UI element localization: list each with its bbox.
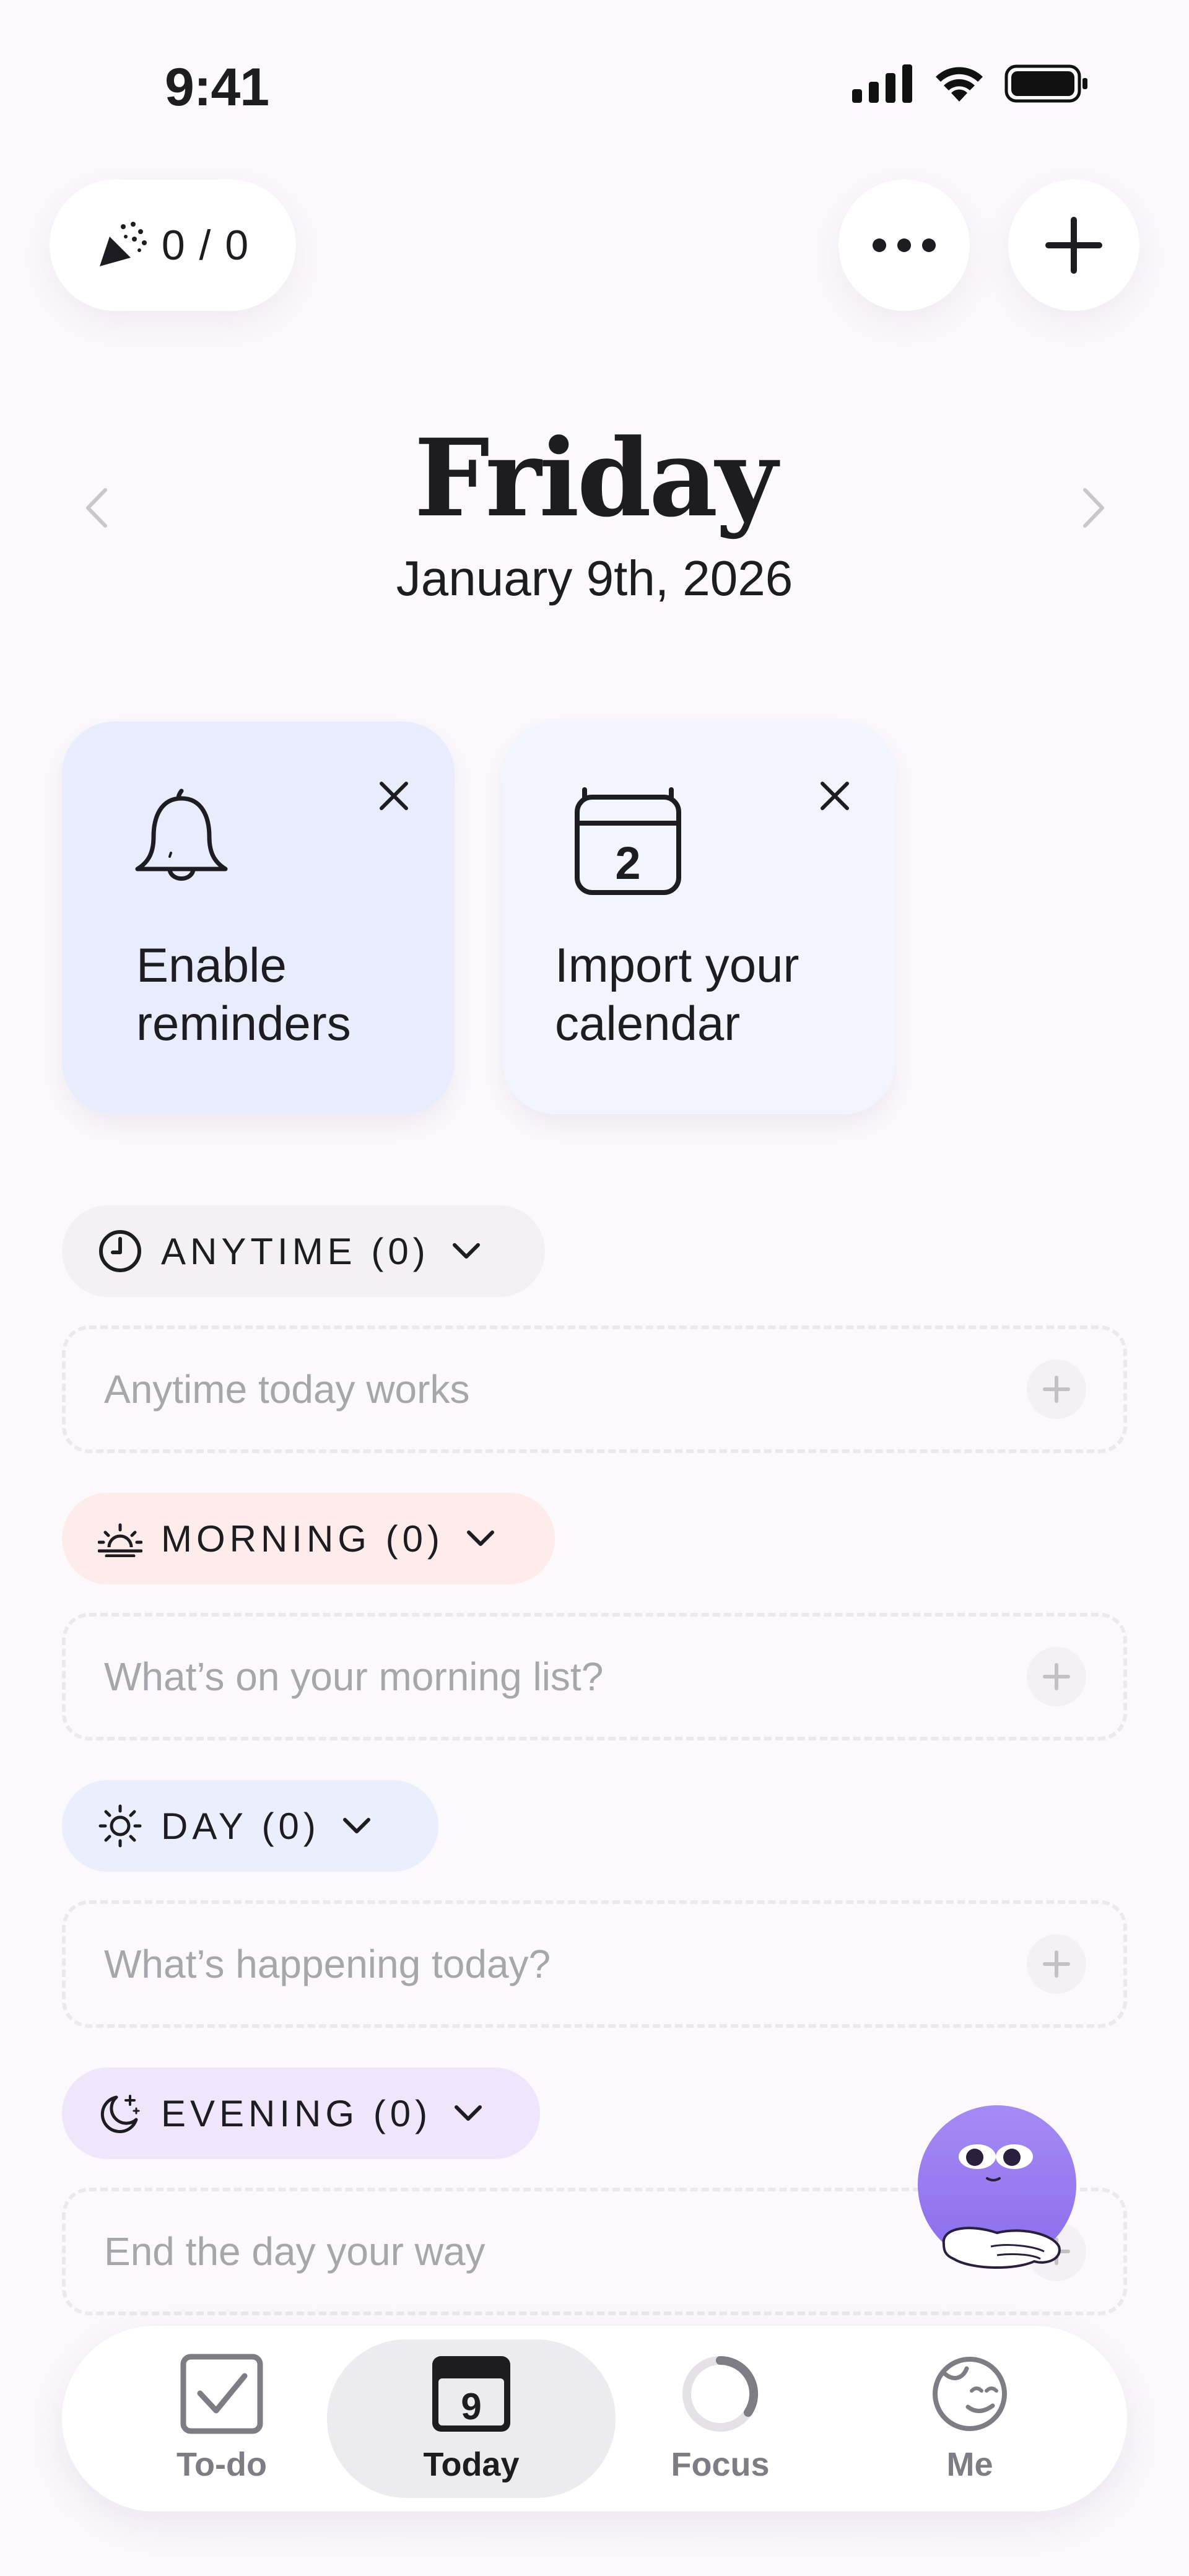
import-calendar-label: Import your calendar (555, 938, 799, 1050)
tab-focus-label: Focus (671, 2446, 770, 2483)
streak-count: 0 / 0 (161, 222, 250, 269)
more-button[interactable] (838, 180, 970, 311)
close-icon (821, 782, 849, 810)
section-day-toggle[interactable]: DAY (0) (62, 1780, 438, 1872)
anytime-placeholder: Anytime today works (104, 1367, 470, 1412)
enable-reminders-card[interactable]: Enable reminders (62, 722, 455, 1114)
battery-icon (1004, 64, 1087, 103)
date-subtitle: January 9th, 2026 (396, 551, 793, 606)
anytime-task-input[interactable]: Anytime today works (62, 1325, 1127, 1453)
section-day-label: DAY (0) (161, 1805, 320, 1847)
add-task-button[interactable] (1008, 180, 1139, 311)
sunrise-icon (98, 1523, 142, 1557)
face-icon (933, 2357, 1007, 2431)
tab-todo-label: To-do (176, 2446, 267, 2483)
status-time: 9:41 (165, 58, 269, 117)
day-task-input[interactable]: What’s happening today? (62, 1900, 1127, 2028)
ellipsis-icon (873, 238, 936, 252)
tab-today[interactable]: 9 Today (347, 2326, 595, 2512)
tab-me-label: Me (946, 2446, 993, 2483)
party-popper-icon (99, 222, 147, 266)
mascot-assistant-button[interactable] (917, 2103, 1096, 2282)
plus-icon (1043, 1663, 1070, 1690)
chevron-down-icon (342, 1818, 370, 1833)
cellular-signal-icon (852, 64, 912, 103)
import-calendar-card[interactable]: 2 Import your calendar (503, 722, 895, 1114)
plus-icon (1043, 1950, 1070, 1978)
checkbox-icon (180, 2354, 263, 2434)
add-morning-button[interactable] (1027, 1647, 1086, 1706)
calendar-day-icon: 9 (432, 2356, 510, 2432)
today-screen: 9:41 0 / 0 Friday January 9th, 2026 Enab… (0, 0, 1189, 2576)
day-placeholder: What’s happening today? (104, 1942, 551, 1986)
chevron-right-icon (1083, 488, 1104, 528)
bell-icon (129, 782, 234, 891)
tab-me[interactable]: Me (846, 2326, 1094, 2512)
dismiss-reminders-button[interactable] (369, 771, 419, 821)
weekday-title: Friday (414, 415, 778, 541)
sun-icon (98, 1804, 142, 1848)
section-anytime-label: ANYTIME (0) (161, 1230, 430, 1272)
calendar-day-number: 2 (615, 837, 640, 889)
section-morning-toggle[interactable]: MORNING (0) (62, 1493, 555, 1584)
today-day-number: 9 (461, 2386, 481, 2427)
bottom-tab-bar: To-do 9 Today Focus Me (62, 2326, 1127, 2512)
chevron-down-icon (455, 2105, 482, 2121)
evening-placeholder: End the day your way (104, 2229, 486, 2274)
enable-reminders-label: Enable reminders (136, 938, 351, 1050)
streak-pill[interactable]: 0 / 0 (50, 180, 296, 311)
moon-stars-icon (100, 2095, 140, 2133)
add-day-button[interactable] (1027, 1934, 1086, 1994)
morning-placeholder: What’s on your morning list? (104, 1654, 604, 1699)
progress-ring-icon (682, 2356, 759, 2432)
tab-todo[interactable]: To-do (98, 2326, 346, 2512)
plus-icon (1043, 1376, 1070, 1403)
status-icons (852, 64, 1089, 103)
section-morning-label: MORNING (0) (161, 1517, 444, 1560)
section-evening-label: EVENING (0) (161, 2092, 432, 2134)
close-icon (380, 782, 408, 810)
next-day-button[interactable] (1075, 480, 1112, 536)
tab-today-label: Today (423, 2446, 520, 2483)
calendar-icon: 2 (572, 787, 684, 902)
mascot-icon (918, 2105, 1076, 2269)
plus-icon (1045, 217, 1102, 274)
dismiss-calendar-button[interactable] (810, 771, 860, 821)
clock-icon (99, 1230, 141, 1272)
wifi-icon (936, 67, 983, 102)
chevron-down-icon (466, 1530, 494, 1546)
morning-task-input[interactable]: What’s on your morning list? (62, 1613, 1127, 1740)
add-anytime-button[interactable] (1027, 1360, 1086, 1419)
chevron-down-icon (452, 1243, 480, 1259)
tab-focus[interactable]: Focus (596, 2326, 844, 2512)
section-anytime-toggle[interactable]: ANYTIME (0) (62, 1205, 545, 1297)
section-evening-toggle[interactable]: EVENING (0) (62, 2067, 540, 2159)
